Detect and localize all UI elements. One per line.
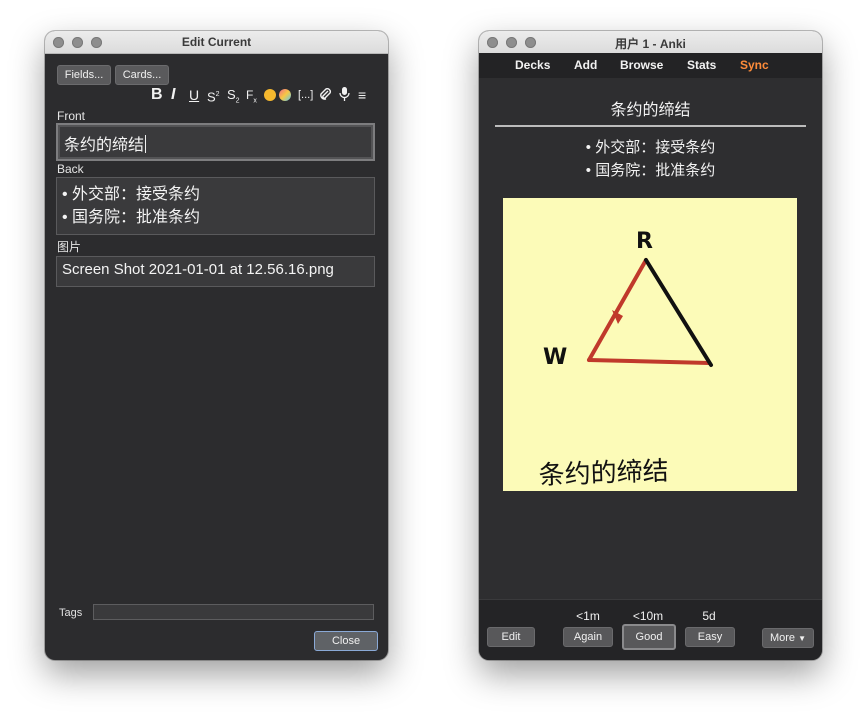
cards-button[interactable]: Cards... (115, 65, 169, 85)
review-window-titlebar: 用户 1 - Anki (479, 31, 822, 54)
card-back-line: • 外交部：接受条约 (585, 139, 716, 156)
back-field-label: Back (57, 162, 84, 176)
answer-divider (495, 125, 806, 127)
label-w: W (543, 345, 567, 370)
back-field-line: • 外交部：接受条约 (62, 186, 201, 203)
menu-stats[interactable]: Stats (687, 58, 716, 72)
text-color-icon[interactable] (264, 89, 276, 101)
highlight-color-icon[interactable] (279, 89, 291, 101)
answer-bar: Edit <1m <10m 5d Again Good Easy More ▼ (479, 599, 822, 660)
close-button[interactable]: Close (314, 631, 378, 651)
tags-input[interactable] (93, 604, 374, 620)
record-audio-icon[interactable] (339, 85, 350, 105)
front-field-label: Front (57, 109, 86, 123)
label-r: R (636, 229, 653, 254)
text-caret (145, 135, 147, 153)
menu-sync[interactable]: Sync (740, 58, 769, 72)
good-button[interactable]: Good (622, 624, 676, 650)
anki-review-window: 用户 1 - Anki Decks Add Browse Stats Sync … (479, 31, 822, 660)
more-button[interactable]: More ▼ (762, 628, 814, 648)
underline-icon[interactable]: U (189, 85, 199, 105)
fields-button[interactable]: Fields... (57, 65, 111, 85)
again-button[interactable]: Again (563, 627, 613, 647)
front-field-value: 条约的缔结 (64, 137, 145, 154)
top-menu-bar: Decks Add Browse Stats Sync (479, 53, 822, 79)
easy-button[interactable]: Easy (685, 627, 735, 647)
chevron-down-icon: ▼ (798, 634, 807, 643)
image-field-input[interactable]: Screen Shot 2021-01-01 at 12.56.16.png (56, 256, 375, 287)
edit-button[interactable]: Edit (487, 627, 535, 647)
clear-format-icon[interactable]: Fx (246, 85, 257, 111)
tags-label: Tags (59, 607, 83, 619)
card-back-text: • 外交部：接受条约 • 国务院：批准条约 (479, 136, 822, 182)
formatting-toolbar: B I U S2 S2 Fx [...] ≡ (147, 85, 379, 105)
attach-icon[interactable] (319, 85, 332, 105)
easy-interval: 5d (702, 609, 716, 623)
italic-icon[interactable]: I (171, 85, 175, 105)
black-edge (644, 258, 713, 367)
subscript-icon[interactable]: S2 (227, 85, 240, 112)
image-field-value: Screen Shot 2021-01-01 at 12.56.16.png (62, 261, 334, 278)
more-menu-icon[interactable]: ≡ (358, 85, 366, 105)
red-edge-bottom (587, 358, 711, 365)
card-image: R W 条约的缔结 (503, 198, 797, 491)
menu-decks[interactable]: Decks (515, 58, 550, 72)
front-field-input[interactable]: 条约的缔结 (56, 123, 375, 161)
window-title: 用户 1 - Anki (615, 37, 686, 51)
edit-current-window: Edit Current Fields... Cards... B I U S2… (45, 31, 388, 660)
triangle-sketch: R W 条约的缔结 (538, 229, 713, 491)
more-button-label: More (769, 632, 796, 644)
image-field-label: 图片 (57, 240, 82, 254)
card-front-text: 条约的缔结 (610, 102, 691, 119)
edit-window-titlebar: Edit Current (45, 31, 388, 54)
menu-browse[interactable]: Browse (620, 58, 663, 72)
card-display: 条约的缔结 • 外交部：接受条约 • 国务院：批准条约 R W 条约的缔结 (479, 78, 822, 599)
menu-add[interactable]: Add (574, 58, 597, 72)
handwritten-caption: 条约的缔结 (538, 456, 669, 491)
back-field-input[interactable]: • 外交部：接受条约 • 国务院：批准条约 (56, 177, 375, 235)
bold-icon[interactable]: B (151, 85, 163, 105)
cloze-icon[interactable]: [...] (298, 85, 313, 105)
good-interval: <10m (632, 609, 664, 623)
superscript-icon[interactable]: S2 (207, 85, 220, 107)
back-field-line: • 国务院：批准条约 (62, 209, 201, 226)
card-back-line: • 国务院：批准条约 (585, 162, 716, 179)
red-edge-r-to-w (587, 258, 648, 362)
again-interval: <1m (576, 609, 600, 623)
window-title: Edit Current (181, 35, 252, 49)
